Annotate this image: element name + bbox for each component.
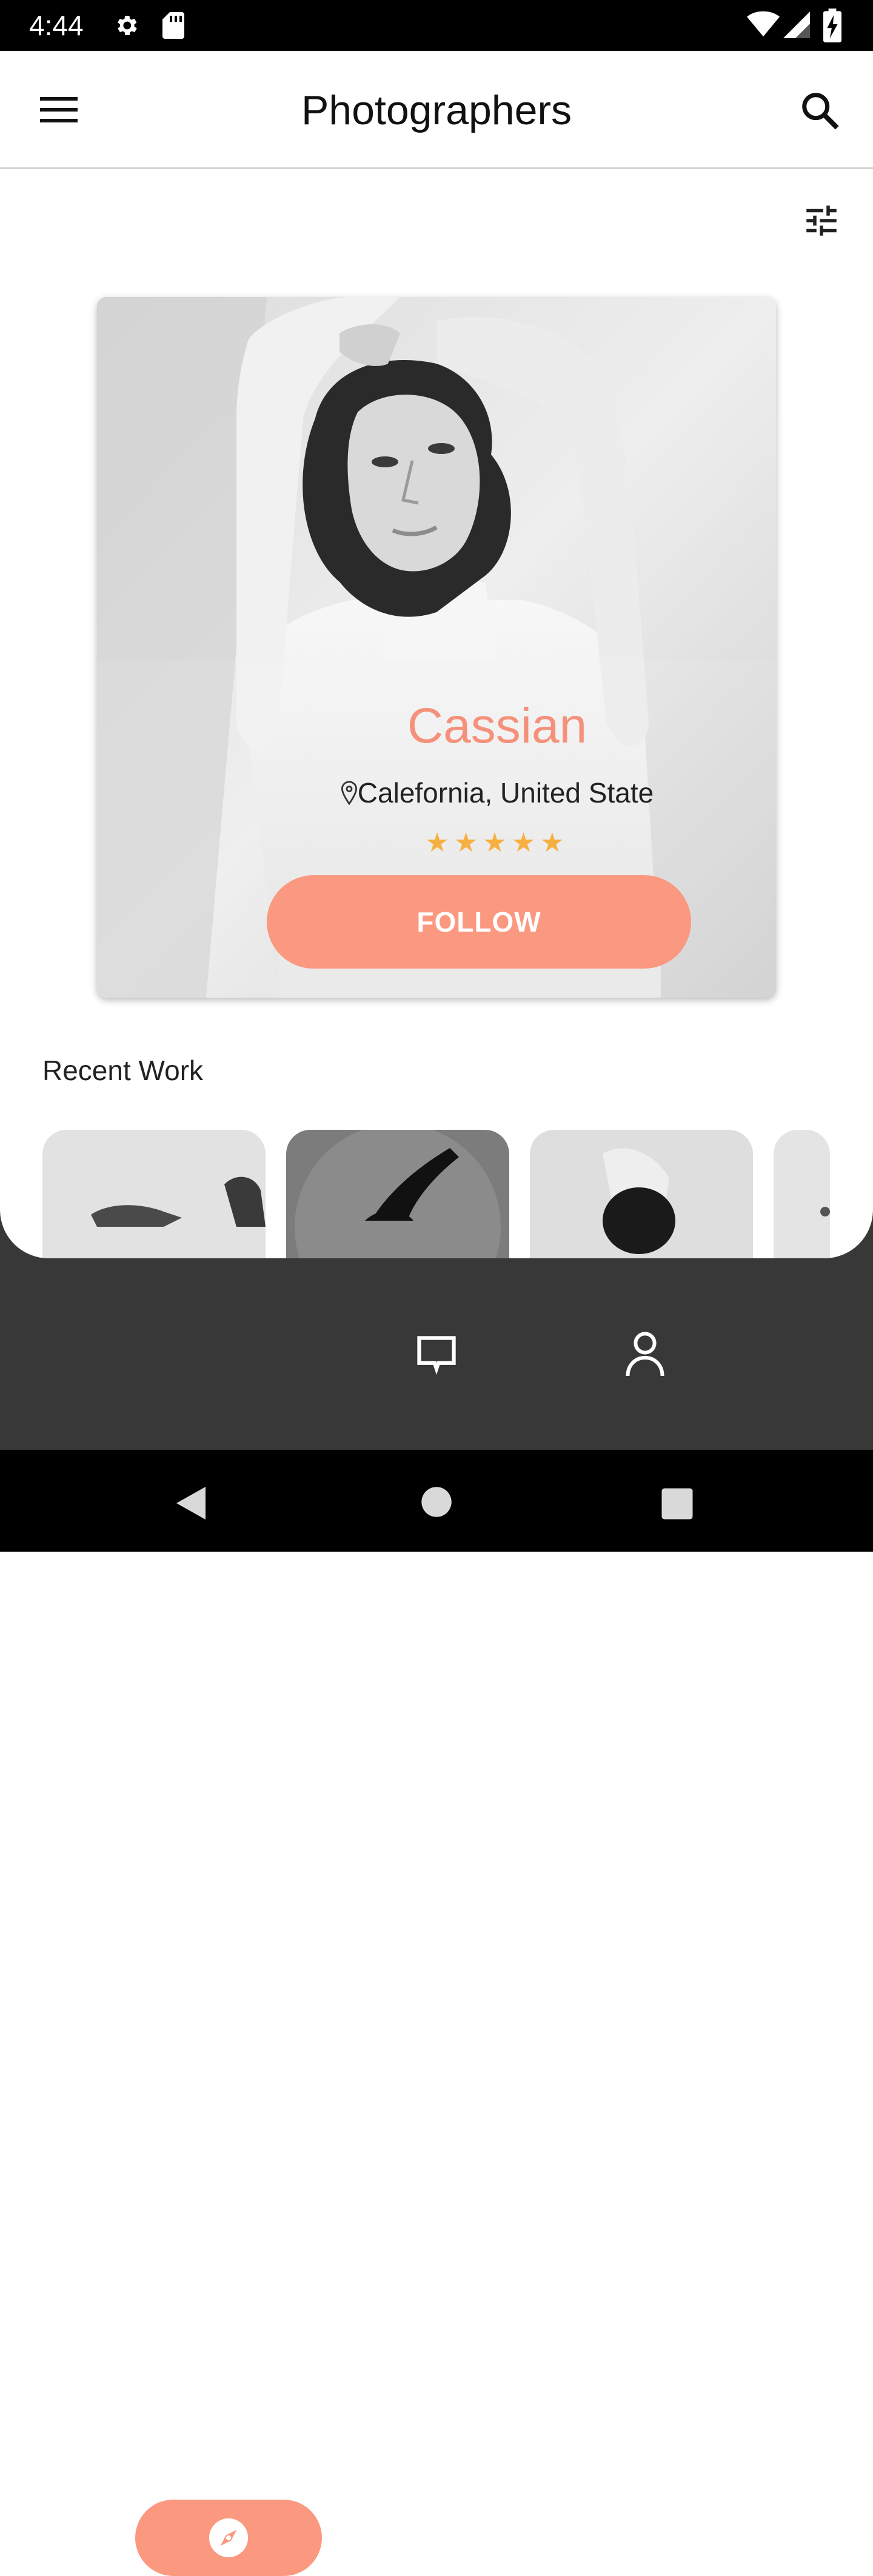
battery-icon xyxy=(823,8,841,42)
settings-icon xyxy=(118,16,137,35)
status-time: 4:44 xyxy=(29,10,84,41)
person-icon xyxy=(626,1332,664,1376)
nav-profile-button[interactable] xyxy=(603,1318,687,1394)
content-sheet: Cassian Calefornia, United State ★★★★★ F… xyxy=(0,169,873,1258)
search-icon[interactable] xyxy=(799,90,841,132)
chat-icon xyxy=(417,1336,456,1375)
location-pin-icon xyxy=(341,781,357,806)
recent-work-image xyxy=(774,1130,830,1258)
nav-explore-button[interactable] xyxy=(135,2500,322,2576)
filter-icon[interactable] xyxy=(800,201,843,241)
recent-work-thumbnail[interactable] xyxy=(774,1130,830,1258)
wifi-icon xyxy=(747,11,780,37)
photographer-location: Calefornia, United State xyxy=(158,776,776,810)
photographer-name: Cassian xyxy=(407,698,587,753)
signal-icon xyxy=(783,12,810,38)
status-bar: 4:44 xyxy=(0,0,873,51)
recent-work-image xyxy=(42,1130,266,1258)
follow-button[interactable]: FOLLOW xyxy=(267,875,691,969)
system-navigation-bar xyxy=(0,1450,873,1552)
photographer-card[interactable]: Cassian Calefornia, United State ★★★★★ F… xyxy=(97,297,776,998)
page-title: Photographers xyxy=(301,87,572,133)
recent-work-title: Recent Work xyxy=(42,1055,204,1086)
nav-messages-button[interactable] xyxy=(394,1318,479,1394)
sd-card-icon xyxy=(162,12,184,39)
recents-icon[interactable] xyxy=(661,1487,694,1520)
compass-icon xyxy=(209,2518,249,2558)
recent-work-image xyxy=(530,1130,753,1258)
back-icon[interactable] xyxy=(175,1485,207,1521)
location-text: Calefornia, United State xyxy=(357,777,654,809)
recent-work-thumbnail[interactable] xyxy=(42,1130,266,1258)
rating-stars: ★★★★★ xyxy=(425,828,569,858)
app-bar: Photographers xyxy=(0,51,873,169)
recent-work-image xyxy=(286,1130,509,1258)
recent-work-thumbnail[interactable] xyxy=(530,1130,753,1258)
home-icon[interactable] xyxy=(421,1486,452,1518)
recent-work-thumbnail[interactable] xyxy=(286,1130,509,1258)
